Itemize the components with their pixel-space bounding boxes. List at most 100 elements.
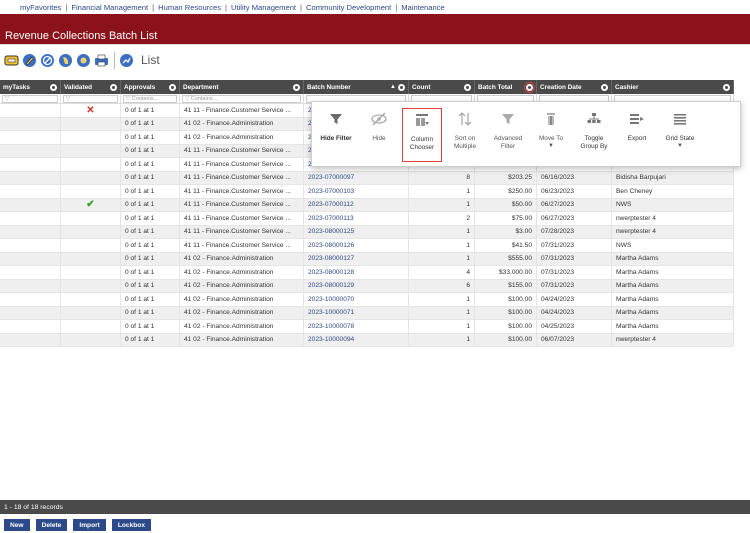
cell-batch-total: $555.00 — [475, 252, 537, 265]
sort-on-multiple-button[interactable]: Sort on Multiple — [445, 108, 485, 162]
list-view-icon[interactable] — [119, 53, 134, 68]
table-row[interactable]: 0 of 1 at 1 41 02 - Finance.Administratio… — [0, 333, 734, 347]
cell-mytasks — [0, 266, 61, 279]
filter-mytasks[interactable]: ▽ — [2, 94, 58, 103]
column-header-batch-number[interactable]: Batch Number ▲ — [304, 80, 409, 94]
cell-department: 41 02 - Finance.Administration — [180, 266, 304, 279]
column-chooser-button[interactable]: Column Chooser — [402, 108, 442, 162]
gear-icon[interactable] — [524, 81, 535, 93]
delete-button[interactable]: Delete — [35, 519, 68, 531]
gear-icon[interactable] — [50, 83, 57, 91]
nav-maintenance[interactable]: Maintenance — [401, 3, 444, 12]
grid-state-button[interactable]: Grid State ▼ — [660, 108, 700, 162]
cell-creation-date: 07/31/2023 — [537, 266, 612, 279]
move-to-button[interactable]: Move To ▼ — [531, 108, 571, 162]
nav-financial-management[interactable]: Financial Management — [71, 3, 148, 12]
table-row[interactable]: 0 of 1 at 1 41 02 - Finance.Administratio… — [0, 266, 734, 280]
hide-column-button[interactable]: Hide — [359, 108, 399, 162]
batch-number-link[interactable]: 2023-07000097 — [304, 171, 409, 184]
column-header-creation-date[interactable]: Creation Date — [537, 80, 612, 94]
lockbox-button[interactable]: Lockbox — [111, 519, 151, 531]
cell-mytasks — [0, 198, 61, 211]
filter-icon: ▽ — [5, 95, 10, 102]
column-header-validated[interactable]: Validated — [61, 80, 121, 94]
hide-filter-button[interactable]: Hide Filter — [316, 108, 356, 162]
table-row[interactable]: 0 of 1 at 1 41 11 - Finance.Customer Serv… — [0, 212, 734, 226]
table-row[interactable]: 0 of 1 at 1 41 11 - Finance.Customer Serv… — [0, 225, 734, 239]
column-header-mytasks[interactable]: myTasks — [0, 80, 61, 94]
cell-approvals: 0 of 1 at 1 — [121, 252, 180, 265]
export-button[interactable]: Export — [617, 108, 657, 162]
table-row[interactable]: 0 of 1 at 1 41 02 - Finance.Administratio… — [0, 279, 734, 293]
batch-number-link[interactable]: 2023-07000112 — [304, 198, 409, 211]
cell-cashier: Bidisha Barpujari — [612, 171, 734, 184]
invalid-x-icon: ✕ — [86, 104, 95, 116]
void-icon[interactable] — [40, 53, 55, 68]
cell-batch-total: $203.25 — [475, 171, 537, 184]
batch-number-link[interactable]: 2023-10000094 — [304, 333, 409, 346]
gear-icon[interactable] — [601, 83, 608, 91]
batch-number-link[interactable]: 2023-10000071 — [304, 306, 409, 319]
cell-creation-date: 04/24/2023 — [537, 293, 612, 306]
filter-icon: ▽ — [126, 95, 131, 102]
cell-approvals: 0 of 1 at 1 — [121, 279, 180, 292]
table-row[interactable]: 0 of 1 at 1 41 11 - Finance.Customer Serv… — [0, 185, 734, 199]
column-header-cashier[interactable]: Cashier — [612, 80, 734, 94]
gear-icon[interactable] — [464, 83, 471, 91]
cell-validated — [61, 266, 121, 279]
table-row[interactable]: 0 of 1 at 1 41 02 - Finance.Administratio… — [0, 320, 734, 334]
new-batch-icon[interactable] — [4, 53, 19, 68]
cell-creation-date: 06/16/2023 — [537, 171, 612, 184]
column-header-department[interactable]: Department — [180, 80, 304, 94]
filter-department[interactable]: ▽ Contains... — [182, 94, 301, 103]
gear-icon[interactable] — [723, 83, 730, 91]
batch-number-link[interactable]: 2023-10000078 — [304, 320, 409, 333]
table-row[interactable]: ✔ 0 of 1 at 1 41 11 - Finance.Customer Ser… — [0, 198, 734, 212]
gear-icon[interactable] — [110, 83, 117, 91]
batch-number-link[interactable]: 2023-08000126 — [304, 239, 409, 252]
column-header-count[interactable]: Count — [409, 80, 475, 94]
batch-number-link[interactable]: 2023-10000070 — [304, 293, 409, 306]
table-row[interactable]: 0 of 1 at 1 41 02 - Finance.Administratio… — [0, 252, 734, 266]
cell-validated: ✕ — [61, 104, 121, 117]
table-row[interactable]: 0 of 1 at 1 41 11 - Finance.Customer Serv… — [0, 239, 734, 253]
table-row[interactable]: 0 of 1 at 1 41 02 - Finance.Administratio… — [0, 293, 734, 307]
cell-count: 1 — [409, 333, 475, 346]
new-button[interactable]: New — [4, 519, 30, 531]
batch-number-link[interactable]: 2023-08000129 — [304, 279, 409, 292]
nav-human-resources[interactable]: Human Resources — [158, 3, 221, 12]
records-footer: 1 - 18 of 18 records — [0, 500, 750, 514]
advanced-filter-button[interactable]: Advanced Filter — [488, 108, 528, 162]
cell-mytasks — [0, 158, 61, 171]
cell-mytasks — [0, 320, 61, 333]
cell-count: 1 — [409, 198, 475, 211]
cell-mytasks — [0, 212, 61, 225]
batch-number-link[interactable]: 2023-07000113 — [304, 212, 409, 225]
cell-count: 1 — [409, 320, 475, 333]
process-icon[interactable] — [76, 53, 91, 68]
cell-department: 41 02 - Finance.Administration — [180, 279, 304, 292]
gear-icon[interactable] — [398, 83, 405, 91]
edit-icon[interactable] — [22, 53, 37, 68]
nav-myfavorites[interactable]: myFavorites — [20, 3, 61, 12]
nav-utility-management[interactable]: Utility Management — [231, 3, 296, 12]
print-icon[interactable] — [94, 53, 109, 68]
batch-number-link[interactable]: 2023-08000125 — [304, 225, 409, 238]
column-header-approvals[interactable]: Approvals — [121, 80, 180, 94]
import-button[interactable]: Import — [73, 519, 106, 531]
table-row[interactable]: 0 of 1 at 1 41 02 - Finance.Administratio… — [0, 306, 734, 320]
cell-validated — [61, 185, 121, 198]
batch-number-link[interactable]: 2023-07000103 — [304, 185, 409, 198]
batch-number-link[interactable]: 2023-08000127 — [304, 252, 409, 265]
table-row[interactable]: 0 of 1 at 1 41 11 - Finance.Customer Serv… — [0, 171, 734, 185]
toggle-group-by-button[interactable]: Toggle Group By — [574, 108, 614, 162]
post-icon[interactable] — [58, 53, 73, 68]
filter-icon: ▽ — [185, 95, 190, 102]
filter-approvals[interactable]: ▽ Contains... — [123, 94, 177, 103]
nav-community-development[interactable]: Community Development — [306, 3, 391, 12]
gear-icon[interactable] — [293, 83, 300, 91]
filter-validated[interactable]: ▽ — [63, 94, 118, 103]
column-header-batch-total[interactable]: Batch Total — [475, 80, 537, 94]
batch-number-link[interactable]: 2023-08000128 — [304, 266, 409, 279]
gear-icon[interactable] — [169, 83, 176, 91]
